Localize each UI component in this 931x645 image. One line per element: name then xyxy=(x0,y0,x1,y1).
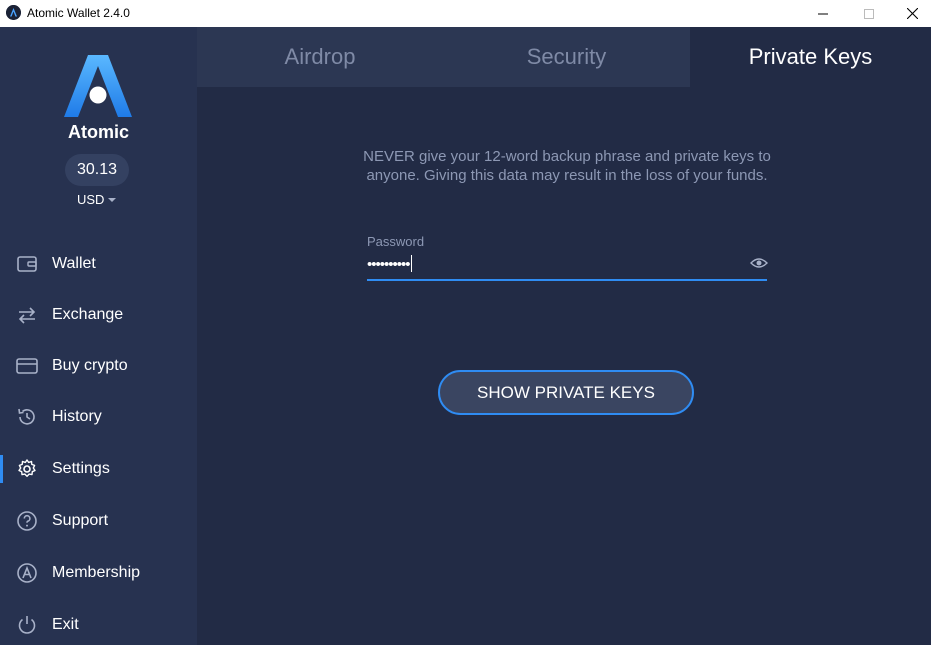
text-cursor xyxy=(411,255,412,272)
minimize-icon xyxy=(818,13,828,14)
close-button[interactable] xyxy=(889,0,931,27)
sidebar-item-label: Exchange xyxy=(52,306,124,323)
tab-bar: Airdrop Security Private Keys xyxy=(197,27,931,87)
card-icon xyxy=(16,358,38,374)
sidebar-item-label: History xyxy=(52,408,102,425)
maximize-icon xyxy=(864,8,874,19)
atomic-logo-icon xyxy=(17,563,37,583)
sidebar-item-label: Membership xyxy=(52,564,141,581)
eye-icon[interactable] xyxy=(750,257,768,269)
tab-security[interactable]: Security xyxy=(443,27,690,87)
window-title: Atomic Wallet 2.4.0 xyxy=(27,6,130,20)
sidebar-item-membership[interactable]: Membership xyxy=(0,553,197,593)
balance-amount: 30.13 xyxy=(65,154,129,186)
sidebar-item-exchange[interactable]: Exchange xyxy=(0,295,197,335)
tab-private-keys[interactable]: Private Keys xyxy=(690,27,931,87)
history-icon xyxy=(18,408,35,425)
close-icon xyxy=(906,8,918,19)
minimize-button[interactable] xyxy=(800,0,846,27)
window-titlebar: Atomic Wallet 2.4.0 xyxy=(0,0,931,27)
app-window: Atomic 30.13 USD Wallet Exchange Buy cry… xyxy=(0,27,931,645)
exchange-icon xyxy=(18,307,36,324)
gear-icon xyxy=(18,459,36,477)
power-icon xyxy=(18,616,36,634)
question-icon xyxy=(17,511,37,531)
sidebar-item-exit[interactable]: Exit xyxy=(0,605,197,645)
wallet-icon xyxy=(17,256,37,272)
password-field xyxy=(367,251,768,281)
show-private-keys-button[interactable]: SHOW PRIVATE KEYS xyxy=(438,370,694,415)
currency-selector[interactable]: USD xyxy=(77,192,117,207)
sidebar-item-label: Support xyxy=(52,512,109,529)
sidebar-item-buy-crypto[interactable]: Buy crypto xyxy=(0,346,197,386)
currency-label: USD xyxy=(77,192,105,207)
sidebar: Atomic 30.13 USD Wallet Exchange Buy cry… xyxy=(0,27,197,645)
tab-airdrop[interactable]: Airdrop xyxy=(197,27,443,87)
password-label: Password xyxy=(367,234,425,249)
sidebar-item-label: Buy crypto xyxy=(52,357,128,374)
maximize-button[interactable] xyxy=(846,0,892,27)
chevron-down-icon xyxy=(108,198,117,202)
warning-text: NEVER give your 12-word backup phrase an… xyxy=(363,148,771,184)
sidebar-item-settings[interactable]: Settings xyxy=(0,449,197,489)
sidebar-item-wallet[interactable]: Wallet xyxy=(0,244,197,284)
atomic-logo-icon xyxy=(64,55,132,117)
app-icon xyxy=(6,5,21,20)
sidebar-item-label: Exit xyxy=(52,616,79,633)
sidebar-item-label: Settings xyxy=(52,460,110,477)
password-input[interactable] xyxy=(367,253,737,275)
brand-name: Atomic xyxy=(67,122,129,142)
sidebar-item-label: Wallet xyxy=(52,255,96,272)
sidebar-item-history[interactable]: History xyxy=(0,397,197,437)
sidebar-item-support[interactable]: Support xyxy=(0,501,197,541)
